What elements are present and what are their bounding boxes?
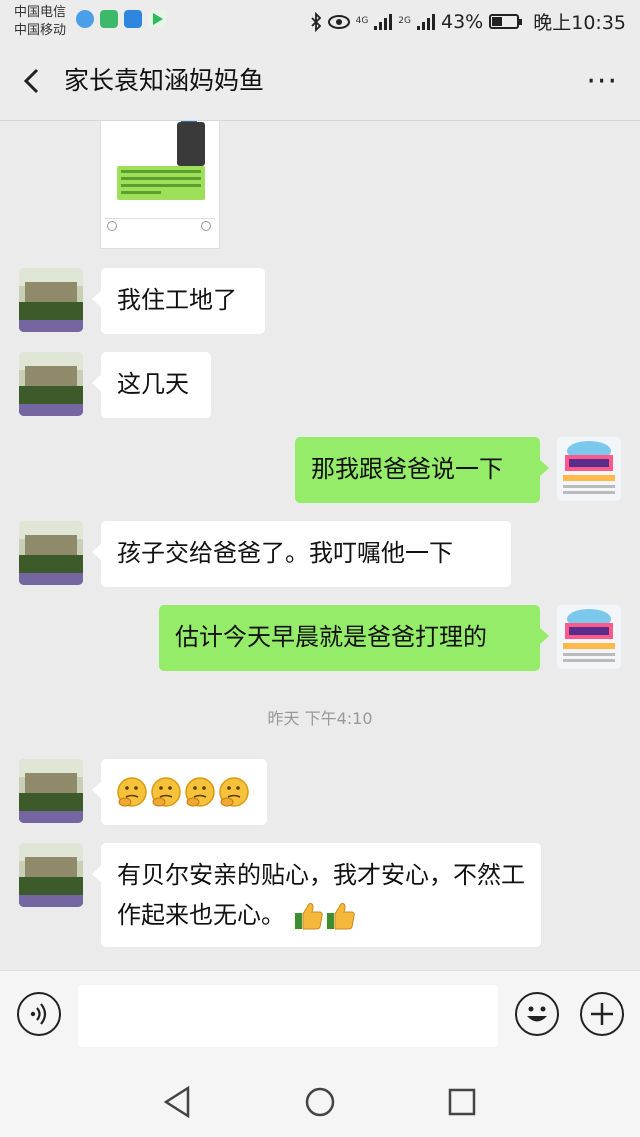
battery-percent: 43% [441,10,484,33]
carrier-2: 中国移动 [14,23,67,38]
message-bubble[interactable]: 那我跟爸爸说一下 [295,437,549,503]
contact-avatar[interactable] [19,268,83,332]
notification-icons [76,10,166,28]
eye-icon [327,14,350,29]
network-2-label: 2G [398,16,411,26]
emoji-message-bubble[interactable] [92,759,267,825]
message-bubble[interactable]: 这几天 [92,352,211,418]
contact-avatar[interactable] [19,521,83,585]
network-1-label: 4G [355,16,369,26]
back-arrow-icon[interactable] [18,66,48,96]
chat-title: 家长袁知涵妈妈鱼 [64,66,265,95]
carrier-1: 中国电信 [14,5,67,20]
system-navigation-bar [0,1064,640,1137]
thinking-face-icon [117,777,249,807]
message-input[interactable] [78,985,498,1047]
status-bar: 中国电信 中国移动 4G 2G 43% 晚上10:35 [0,0,640,44]
system-home-icon[interactable] [300,1082,340,1122]
app-store-icon [100,10,118,28]
system-back-icon[interactable] [158,1082,198,1122]
contact-avatar[interactable] [19,352,83,416]
signal-2-icon [417,13,435,30]
contact-avatar[interactable] [19,759,83,823]
play-app-icon [148,10,166,28]
add-attachment-icon[interactable] [580,992,624,1036]
shield-app-icon [124,10,142,28]
battery-icon [489,14,523,29]
signal-1-icon [374,13,393,30]
my-avatar[interactable] [557,437,621,501]
message-bubble[interactable]: 孩子交给爸爸了。我叮嘱他一下 [92,521,511,587]
clock: 晚上10:35 [533,12,626,34]
image-message[interactable] [100,121,220,249]
contact-avatar[interactable] [19,843,83,907]
emoji-picker-icon[interactable] [515,992,559,1036]
input-bar [0,970,640,1065]
carrier-labels: 中国电信 中国移动 [14,4,66,40]
more-options-icon[interactable]: ··· [586,67,618,97]
my-avatar[interactable] [557,605,621,669]
timestamp: 昨天 下午4:10 [267,709,373,728]
status-right: 4G 2G 43% 晚上10:35 [310,8,626,35]
message-bubble[interactable]: 有贝尔安亲的贴心，我才安心，不然工作起来也无心。 [92,843,541,947]
message-list[interactable]: 我住工地了 这几天 那我跟爸爸说一下 孩子交给爸爸了。我叮嘱他一下 估计今天早晨… [0,121,640,970]
bird-app-icon [76,10,94,28]
message-bubble[interactable]: 我住工地了 [92,268,265,334]
voice-input-icon[interactable] [17,992,61,1036]
chat-header: 家长袁知涵妈妈鱼 ··· [0,44,640,121]
bluetooth-icon [310,11,321,32]
system-recents-icon[interactable] [442,1082,482,1122]
thumbs-up-icon [294,903,355,930]
message-bubble[interactable]: 估计今天早晨就是爸爸打理的 [159,605,549,671]
